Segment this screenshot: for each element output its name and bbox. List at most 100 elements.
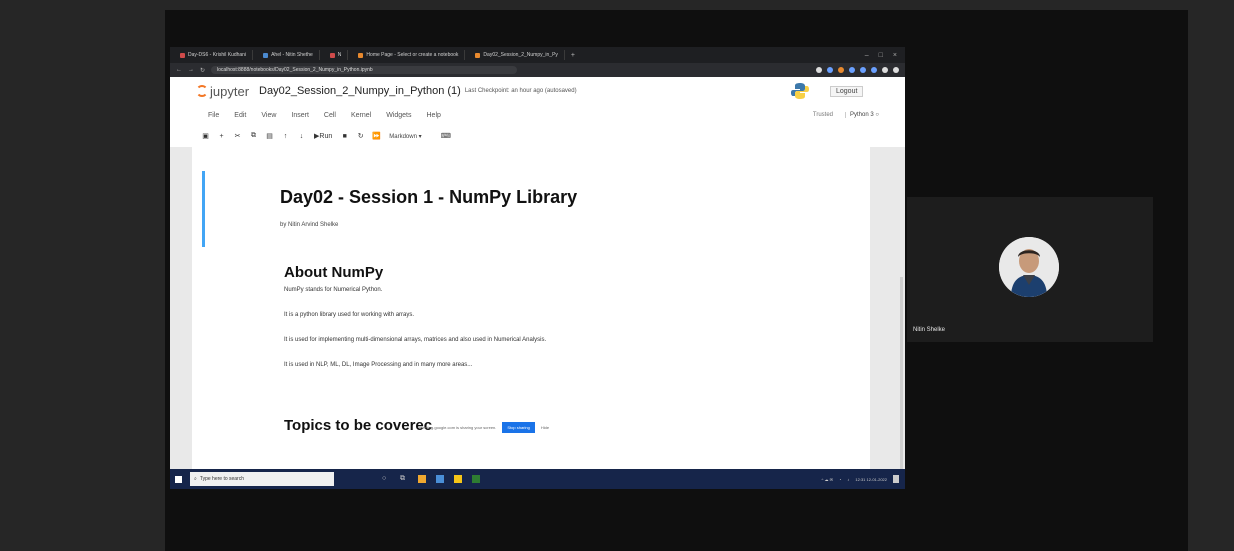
tray-icons[interactable]: ^ ☁ ✉ <box>822 477 833 482</box>
participant-photo-icon <box>999 237 1059 297</box>
network-icon[interactable]: ◔ <box>839 477 841 482</box>
restart-icon[interactable]: ↻ <box>357 133 364 140</box>
section-heading-topics: Topics to be coverec <box>284 417 433 434</box>
system-tray: ^ ☁ ✉ ◔ ♪ 12:31 12-01-2022 <box>822 475 905 483</box>
cut-icon[interactable]: ✂ <box>234 133 241 140</box>
jupyter-menubar: File Edit View Insert Cell Kernel Widget… <box>170 105 905 125</box>
kernel-indicator[interactable]: Python 3 ○ <box>845 112 879 118</box>
restart-run-icon[interactable]: ⏩ <box>372 133 381 140</box>
menu-kernel[interactable]: Kernel <box>351 112 371 119</box>
logout-button[interactable]: Logout <box>830 86 864 97</box>
menu-cell[interactable]: Cell <box>324 112 336 119</box>
url-field[interactable]: localhost:8888/notebooks/Day02_Session_2… <box>211 66 518 74</box>
task-view-icon[interactable]: ⧉ <box>400 475 408 483</box>
paste-icon[interactable]: ▤ <box>266 133 273 140</box>
selected-markdown-cell[interactable] <box>202 171 863 247</box>
tab-label: N <box>337 52 342 58</box>
browser-addressbar: ← → ↻ localhost:8888/notebooks/Day02_Ses… <box>170 63 905 77</box>
participant-panel-empty-bottom <box>907 342 1153 551</box>
minimize-icon[interactable]: – <box>865 52 869 59</box>
menu-edit[interactable]: Edit <box>234 112 246 119</box>
browser-tab-3[interactable]: N <box>324 50 349 60</box>
move-down-icon[interactable]: ↓ <box>298 133 305 140</box>
menu-widgets[interactable]: Widgets <box>386 112 411 119</box>
clock-time: 12:31 <box>855 476 866 482</box>
notebook-page: Day02 - Session 1 - NumPy Library by Nit… <box>192 147 870 469</box>
notebook-name[interactable]: Day02_Session_2_Numpy_in_Python (1) <box>259 85 461 97</box>
notebook-scrollbar[interactable] <box>900 277 903 489</box>
jupyter-logo-text: jupyter <box>210 83 250 99</box>
jupyter-orbit-icon <box>196 85 208 97</box>
add-cell-icon[interactable]: + <box>218 133 225 140</box>
move-up-icon[interactable]: ↑ <box>282 133 289 140</box>
extension-icon[interactable] <box>871 67 877 73</box>
paragraph: It is used for implementing multi-dimens… <box>284 337 547 343</box>
extension-icons <box>816 67 899 73</box>
notebook-title-text: Day02_Session_2_Numpy_in_Python <box>259 85 445 97</box>
taskbar-apps: ○ ⧉ <box>382 475 480 483</box>
kernel-name: Python 3 <box>850 112 874 118</box>
tab-label: Day02_Session_2_Numpy_in_Py <box>483 52 558 58</box>
kernel-status-area: Trusted Python 3 ○ <box>813 112 905 118</box>
hide-notice-button[interactable]: Hide <box>541 425 549 430</box>
file-explorer-icon[interactable] <box>418 475 426 483</box>
extension-icon[interactable] <box>882 67 888 73</box>
extension-icon[interactable] <box>860 67 866 73</box>
meeting-window: Day-DS6 - Krishil Kudhani Ahel - Nitin S… <box>0 0 1234 551</box>
menu-help[interactable]: Help <box>427 112 441 119</box>
extension-icon[interactable] <box>816 67 822 73</box>
new-tab-icon[interactable]: + <box>571 52 575 59</box>
forward-icon[interactable]: → <box>188 67 194 73</box>
save-icon[interactable]: ▣ <box>202 133 209 140</box>
browser-tab-4[interactable]: Home Page - Select or create a notebook <box>352 50 466 60</box>
taskbar-search[interactable]: ⌕ Type here to search <box>190 472 334 486</box>
window-controls: – □ × <box>865 52 905 59</box>
command-palette-icon[interactable]: ⌨ <box>441 133 451 140</box>
extension-icon[interactable] <box>849 67 855 73</box>
paragraph: NumPy stands for Numerical Python. <box>284 287 383 293</box>
extension-icon[interactable] <box>838 67 844 73</box>
close-icon[interactable]: × <box>893 52 897 59</box>
browser-tab-5[interactable]: Day02_Session_2_Numpy_in_Py <box>469 50 565 60</box>
app-icon[interactable] <box>454 475 462 483</box>
reload-icon[interactable]: ↻ <box>200 67 205 74</box>
clock[interactable]: 12:31 12-01-2022 <box>855 477 887 482</box>
volume-icon[interactable]: ♪ <box>847 477 849 482</box>
stop-sharing-button[interactable]: Stop sharing <box>502 422 535 433</box>
menu-view[interactable]: View <box>261 112 276 119</box>
jupyter-logo[interactable]: jupyter <box>196 84 249 99</box>
python-logo-icon <box>791 83 809 99</box>
profile-icon[interactable] <box>893 67 899 73</box>
section-heading-about: About NumPy <box>284 264 384 281</box>
notebook-title-suffix: (1) <box>447 85 461 97</box>
back-icon[interactable]: ← <box>176 67 182 73</box>
notification-icon[interactable] <box>893 475 899 483</box>
cell-type-select[interactable]: Markdown ▾ <box>389 133 433 140</box>
search-icon: ⌕ <box>194 476 197 482</box>
menu-insert[interactable]: Insert <box>291 112 309 119</box>
windows-taskbar: ⌕ Type here to search ○ ⧉ ^ ☁ ✉ ◔ ♪ 12:3… <box>170 469 905 489</box>
trusted-indicator[interactable]: Trusted <box>813 112 833 118</box>
jupyter-header: jupyter Day02_Session_2_Numpy_in_Python … <box>170 77 905 105</box>
extension-icon[interactable] <box>827 67 833 73</box>
participant-name: Nitin Shelke <box>913 327 946 333</box>
participant-tile[interactable]: Nitin Shelke <box>907 197 1153 342</box>
browser-tab-2[interactable]: Ahel - Nitin Shethe <box>257 50 320 60</box>
start-button[interactable] <box>170 469 186 489</box>
clock-date: 12-01-2022 <box>866 476 887 482</box>
tab-label: Day-DS6 - Krishil Kudhani <box>188 52 247 58</box>
browser-tab-1[interactable]: Day-DS6 - Krishil Kudhani <box>174 50 254 60</box>
copy-icon[interactable]: ⧉ <box>250 132 257 140</box>
menu-file[interactable]: File <box>208 112 219 119</box>
participant-panel-empty-top <box>907 10 1153 197</box>
checkpoint-status: Last Checkpoint: an hour ago (autosaved) <box>464 88 577 94</box>
cortana-icon[interactable]: ○ <box>382 475 390 483</box>
run-button[interactable]: ▶Run <box>314 132 332 140</box>
app-icon[interactable] <box>436 475 444 483</box>
cell-type-value: Markdown <box>389 133 417 140</box>
maximize-icon[interactable]: □ <box>879 52 883 59</box>
app-icon[interactable] <box>472 475 480 483</box>
windows-icon <box>174 475 182 483</box>
paragraph: It is a python library used for working … <box>284 312 415 318</box>
stop-icon[interactable]: ■ <box>341 133 348 140</box>
